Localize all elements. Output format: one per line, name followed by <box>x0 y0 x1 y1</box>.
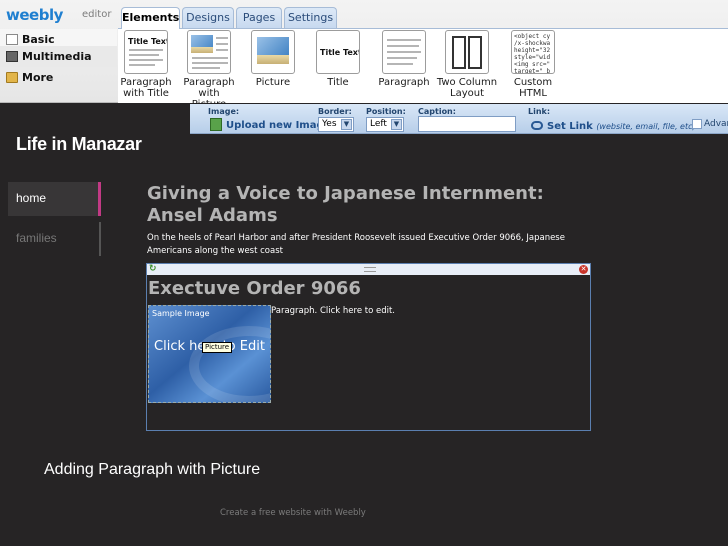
category-multimedia[interactable]: Multimedia <box>0 46 117 67</box>
caption-label: Caption: <box>418 107 456 116</box>
paragraph-preview <box>382 30 426 74</box>
element-paragraph-with-picture[interactable]: Paragraph with Picture <box>182 30 236 110</box>
page-intro-paragraph[interactable]: On the heels of Pearl Harbor and after P… <box>147 232 587 258</box>
block-heading[interactable]: Exectuve Order 9066 <box>148 278 361 299</box>
slide-caption: Adding Paragraph with Picture <box>44 461 261 478</box>
advanced-checkbox[interactable] <box>692 119 702 129</box>
logo-subtitle: editor <box>82 9 112 20</box>
block-handle-bar[interactable]: ↻ ✕ <box>147 264 590 275</box>
position-label: Position: <box>366 107 406 116</box>
close-icon[interactable]: ✕ <box>579 265 588 274</box>
border-select[interactable]: Yes ▼ <box>318 117 354 132</box>
picture-preview <box>251 30 295 74</box>
category-more[interactable]: More <box>0 67 117 88</box>
sample-image-label: Sample Image <box>152 309 210 318</box>
element-paragraph[interactable]: Paragraph <box>378 30 430 88</box>
category-label: Basic <box>22 33 55 46</box>
element-picture[interactable]: Picture <box>250 30 296 88</box>
preview-title-text: Title Text <box>320 48 360 57</box>
title-preview: Title Text <box>316 30 360 74</box>
paragraph-with-picture-preview <box>187 30 231 74</box>
element-label: Paragraph with Title <box>120 77 172 99</box>
tab-designs[interactable]: Designs <box>182 7 234 28</box>
upload-image-icon <box>210 118 222 131</box>
element-two-column-layout[interactable]: Two Column Layout <box>436 30 498 99</box>
film-icon <box>6 51 18 62</box>
element-paragraph-with-title[interactable]: Title Text Paragraph with Title <box>120 30 172 99</box>
link-icon <box>531 121 543 130</box>
category-label: More <box>22 71 54 84</box>
border-label: Border: <box>318 107 352 116</box>
image-label: Image: <box>208 107 240 116</box>
advanced-label: Advan <box>704 119 728 129</box>
border-select-value: Yes <box>322 119 337 129</box>
element-label: Custom HTML <box>513 77 553 99</box>
element-label: Title <box>327 77 349 88</box>
element-custom-html[interactable]: <object cy /x-shockwa height="32 style="… <box>508 30 558 99</box>
tab-pages[interactable]: Pages <box>236 7 282 28</box>
position-select[interactable]: Left ▼ <box>366 117 404 132</box>
element-label: Two Column Layout <box>436 77 498 99</box>
custom-html-preview: <object cy /x-shockwa height="32 style="… <box>511 30 555 74</box>
position-select-value: Left <box>370 119 387 129</box>
document-icon <box>6 34 18 45</box>
tab-elements[interactable]: Elements <box>121 7 180 29</box>
link-label: Link: <box>528 107 551 116</box>
paragraph-with-title-preview: Title Text <box>124 30 168 74</box>
editor-toolbar: weebly editor Elements Designs Pages Set… <box>0 0 728 110</box>
caption-input[interactable] <box>418 116 516 132</box>
category-label: Multimedia <box>22 50 92 63</box>
preview-code-text: <object cy /x-shockwa height="32 style="… <box>514 33 551 74</box>
footer-credit[interactable]: Create a free website with Weebly <box>220 508 366 518</box>
nav-item-families[interactable]: families <box>8 222 101 256</box>
element-label: Picture <box>255 77 291 88</box>
image-properties-bar: Image: Upload new Image Border: Yes ▼ Po… <box>190 104 728 134</box>
drag-handle-icon[interactable] <box>364 267 376 272</box>
element-title[interactable]: Title Text Title <box>314 30 362 88</box>
picture-tooltip: Picture <box>202 342 233 353</box>
paragraph-placeholder[interactable]: Paragraph. Click here to edit. <box>271 306 395 316</box>
chevron-down-icon: ▼ <box>391 119 402 130</box>
set-link-button[interactable]: Set Link (website, email, file, etc) <box>547 121 696 132</box>
chevron-down-icon: ▼ <box>341 119 352 130</box>
tab-settings[interactable]: Settings <box>284 7 337 28</box>
weebly-logo[interactable]: weebly <box>6 6 63 24</box>
preview-title-text: Title Text <box>128 37 168 46</box>
site-title[interactable]: Life in Manazar <box>16 134 142 155</box>
two-column-preview <box>445 30 489 74</box>
sample-image[interactable]: Sample Image Click here to Edit <box>148 305 271 403</box>
page-heading[interactable]: Giving a Voice to Japanese Internment: A… <box>147 183 587 227</box>
set-link-label: Set Link <box>547 121 593 132</box>
element-label: Paragraph <box>378 77 430 88</box>
set-link-hint: (website, email, file, etc) <box>596 122 696 131</box>
upload-image-button[interactable]: Upload new Image <box>226 120 330 131</box>
nav-item-home[interactable]: home <box>8 182 101 216</box>
folder-icon <box>6 72 18 83</box>
move-arrow-icon[interactable]: ↻ <box>149 265 158 274</box>
